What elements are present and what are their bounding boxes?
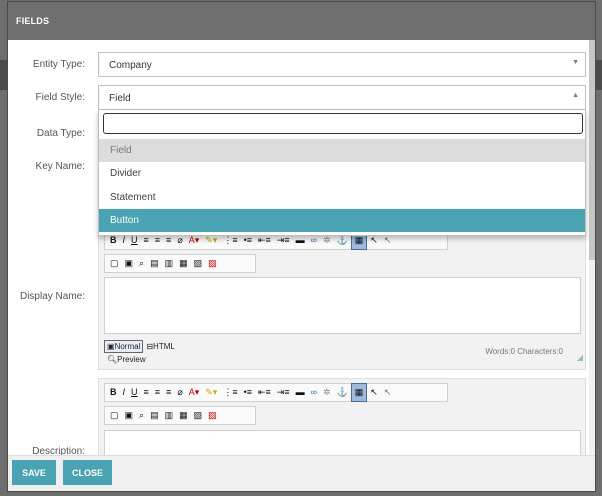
close-button[interactable]: CLOSE: [63, 460, 112, 485]
grid-icon[interactable]: ▦: [176, 255, 191, 272]
unordered-list-icon[interactable]: •≡: [241, 384, 255, 401]
html-mode-label: HTML: [153, 342, 175, 351]
frame-icon[interactable]: ▥: [162, 407, 177, 424]
option-label: Button: [110, 215, 139, 226]
field-style-select[interactable]: Field ▲: [98, 85, 586, 110]
preview-mode-label: Preview: [117, 355, 146, 364]
outdent-icon[interactable]: ⇤≡: [255, 384, 274, 401]
dropdown-option-field[interactable]: Field: [99, 139, 585, 162]
dropdown-search-input[interactable]: [103, 113, 583, 134]
dropdown-option-divider[interactable]: Divider: [99, 162, 585, 185]
editor-toolbar-row-2: ▢ ▣ ⌕ ▤ ▥ ▦ ▧ ▨: [104, 406, 256, 425]
align-left-icon[interactable]: ≡: [141, 384, 152, 401]
unlink-icon[interactable]: ✲: [320, 384, 334, 401]
eraser-icon[interactable]: ⌀: [174, 384, 185, 401]
background-strip: [0, 60, 7, 90]
grid-icon[interactable]: ▦: [176, 407, 191, 424]
dropdown-option-statement[interactable]: Statement: [99, 186, 585, 209]
fields-modal: FIELDS Entity Type: Company ▼ Field Styl…: [7, 1, 596, 492]
underline-button[interactable]: U: [128, 384, 141, 401]
display-name-label: Display Name:: [19, 291, 85, 302]
field-style-dropdown: Field Divider Statement Button: [98, 110, 586, 236]
form-icon[interactable]: ▧: [191, 255, 206, 272]
editor-toolbar-row-2: ▢ ▣ ⌕ ▤ ▥ ▦ ▧ ▨: [104, 254, 256, 273]
editor-toolbar-row-1: B I U ≡ ≡ ≡ ⌀ A▾ ✎▾ ⋮≡ •≡ ⇤≡ ⇥≡ ▬ ∞ ✲ ⚓ …: [104, 383, 448, 402]
entity-type-select[interactable]: Company ▼: [98, 52, 586, 77]
italic-button[interactable]: I: [120, 384, 129, 401]
pointer-icon[interactable]: ↖: [381, 384, 395, 401]
chevron-down-icon: ▼: [572, 59, 579, 66]
link-icon[interactable]: ∞: [308, 384, 320, 401]
option-label: Field: [110, 145, 132, 156]
media-icon[interactable]: ▤: [147, 255, 162, 272]
align-center-icon[interactable]: ≡: [152, 384, 163, 401]
display-name-textarea[interactable]: [104, 277, 581, 334]
find-icon[interactable]: ⌕: [136, 255, 147, 272]
wordcount: Words:0 Characters:0: [485, 347, 563, 356]
ordered-list-icon[interactable]: ⋮≡: [220, 384, 240, 401]
anchor-icon[interactable]: ⚓: [334, 384, 351, 401]
scrollbar-thumb[interactable]: [589, 40, 595, 260]
resize-grip-icon[interactable]: ◢: [577, 353, 583, 362]
select-icon[interactable]: ↖: [367, 384, 381, 401]
form-field-icon[interactable]: ▨: [205, 407, 220, 424]
bold-button[interactable]: B: [107, 384, 120, 401]
media-icon[interactable]: ▤: [147, 407, 162, 424]
display-name-editor: B I U ≡ ≡ ≡ ⌀ A▾ ✎▾ ⋮≡ •≡ ⇤≡ ⇥≡ ▬ ∞ ✲ ⚓ …: [98, 230, 586, 370]
option-label: Divider: [110, 168, 142, 179]
indent-icon[interactable]: ⇥≡: [274, 384, 293, 401]
frame-icon[interactable]: ▥: [162, 255, 177, 272]
modal-body[interactable]: Entity Type: Company ▼ Field Style: Fiel…: [8, 40, 595, 480]
data-type-label: Data Type:: [36, 128, 85, 139]
html-mode-tab[interactable]: ⊟HTML: [144, 341, 176, 352]
align-right-icon[interactable]: ≡: [163, 384, 174, 401]
find-icon[interactable]: ⌕: [136, 407, 147, 424]
save-button[interactable]: SAVE: [12, 460, 56, 485]
field-style-label: Field Style:: [35, 92, 85, 103]
magnifier-icon: 🔍︎: [107, 355, 118, 364]
preview-mode-tab[interactable]: 🔍︎Preview: [107, 355, 146, 364]
form-field-icon[interactable]: ▨: [205, 255, 220, 272]
modal-footer: SAVE CLOSE: [8, 455, 595, 491]
horizontal-rule-icon[interactable]: ▬: [293, 384, 308, 401]
font-color-icon[interactable]: A▾: [186, 384, 203, 401]
form-icon[interactable]: ▧: [191, 407, 206, 424]
key-name-label: Key Name:: [35, 161, 85, 172]
modal-title: FIELDS: [16, 16, 50, 26]
image-icon[interactable]: ▣: [122, 255, 137, 272]
editor-mode-tabs: ▣Normal ⊟HTML: [104, 340, 177, 353]
table-icon[interactable]: ▦: [350, 383, 368, 402]
background-strip: [596, 60, 602, 90]
image-icon[interactable]: ▣: [122, 407, 137, 424]
new-document-icon[interactable]: ▢: [107, 255, 122, 272]
normal-mode-tab[interactable]: ▣Normal: [104, 340, 144, 353]
new-document-icon[interactable]: ▢: [107, 407, 122, 424]
field-style-value: Field: [109, 93, 131, 104]
highlight-icon[interactable]: ✎▾: [202, 384, 220, 401]
entity-type-label: Entity Type:: [32, 59, 85, 70]
chevron-up-icon: ▲: [572, 92, 579, 99]
option-label: Statement: [110, 192, 156, 203]
modal-scrollbar[interactable]: [589, 40, 595, 455]
modal-header: FIELDS: [8, 2, 595, 40]
dropdown-option-button[interactable]: Button: [99, 209, 585, 232]
entity-type-value: Company: [109, 60, 152, 71]
normal-mode-label: Normal: [114, 342, 141, 351]
